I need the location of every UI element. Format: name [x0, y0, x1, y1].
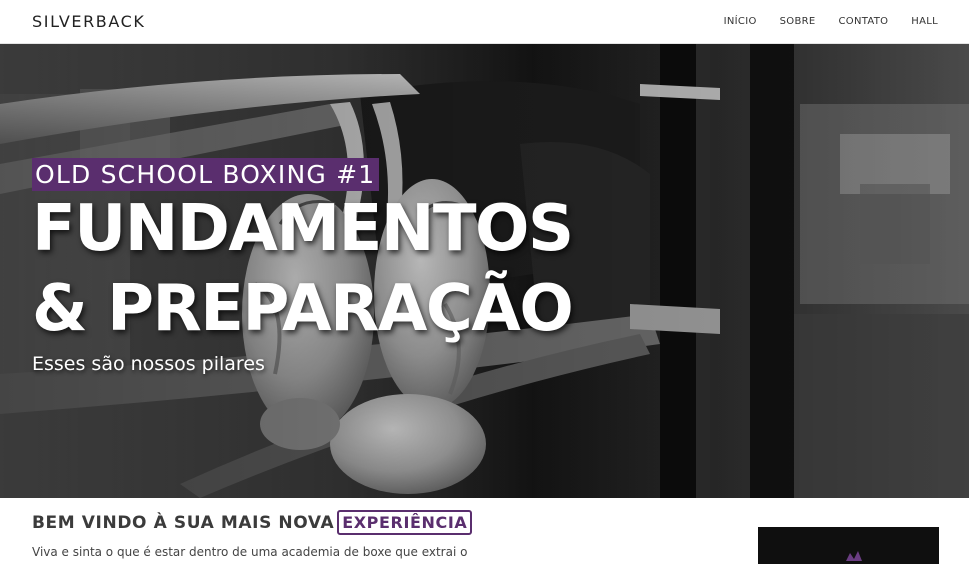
hero-subtitle: Esses são nossos pilares	[32, 353, 265, 375]
side-thumbnail-image	[758, 527, 939, 564]
welcome-highlight-badge: EXPERIÊNCIA	[337, 510, 473, 535]
welcome-heading-text: BEM VINDO À SUA MAIS NOVA	[32, 512, 335, 533]
brand-logo-link[interactable]: SILVERBACK	[32, 12, 146, 31]
thumbnail-graphic	[758, 527, 939, 564]
top-navbar: SILVERBACK INÍCIO SOBRE CONTATO HALL	[0, 0, 969, 44]
nav-link-hall[interactable]: HALL	[911, 16, 938, 27]
welcome-heading: BEM VINDO À SUA MAIS NOVA EXPERIÊNCIA	[32, 510, 732, 535]
welcome-paragraph: Viva e sinta o que é estar dentro de uma…	[32, 545, 468, 559]
hero-title-line-2: & PREPARAÇÃO	[32, 272, 574, 346]
hero-kicker: OLD SCHOOL BOXING #1	[35, 160, 376, 189]
main-nav: INÍCIO SOBRE CONTATO HALL	[701, 16, 938, 27]
nav-link-sobre[interactable]: SOBRE	[780, 16, 816, 27]
hero-title-line-1: FUNDAMENTOS	[32, 192, 574, 266]
hero-kicker-badge: OLD SCHOOL BOXING #1	[32, 158, 380, 191]
welcome-section: BEM VINDO À SUA MAIS NOVA EXPERIÊNCIA Vi…	[32, 510, 732, 564]
hero-section: OLD SCHOOL BOXING #1 FUNDAMENTOS & PREPA…	[0, 44, 969, 498]
hero-title: FUNDAMENTOS & PREPARAÇÃO	[32, 189, 672, 349]
nav-link-inicio[interactable]: INÍCIO	[724, 16, 757, 27]
hero-text-block: OLD SCHOOL BOXING #1 FUNDAMENTOS & PREPA…	[32, 158, 672, 375]
nav-link-contato[interactable]: CONTATO	[838, 16, 888, 27]
